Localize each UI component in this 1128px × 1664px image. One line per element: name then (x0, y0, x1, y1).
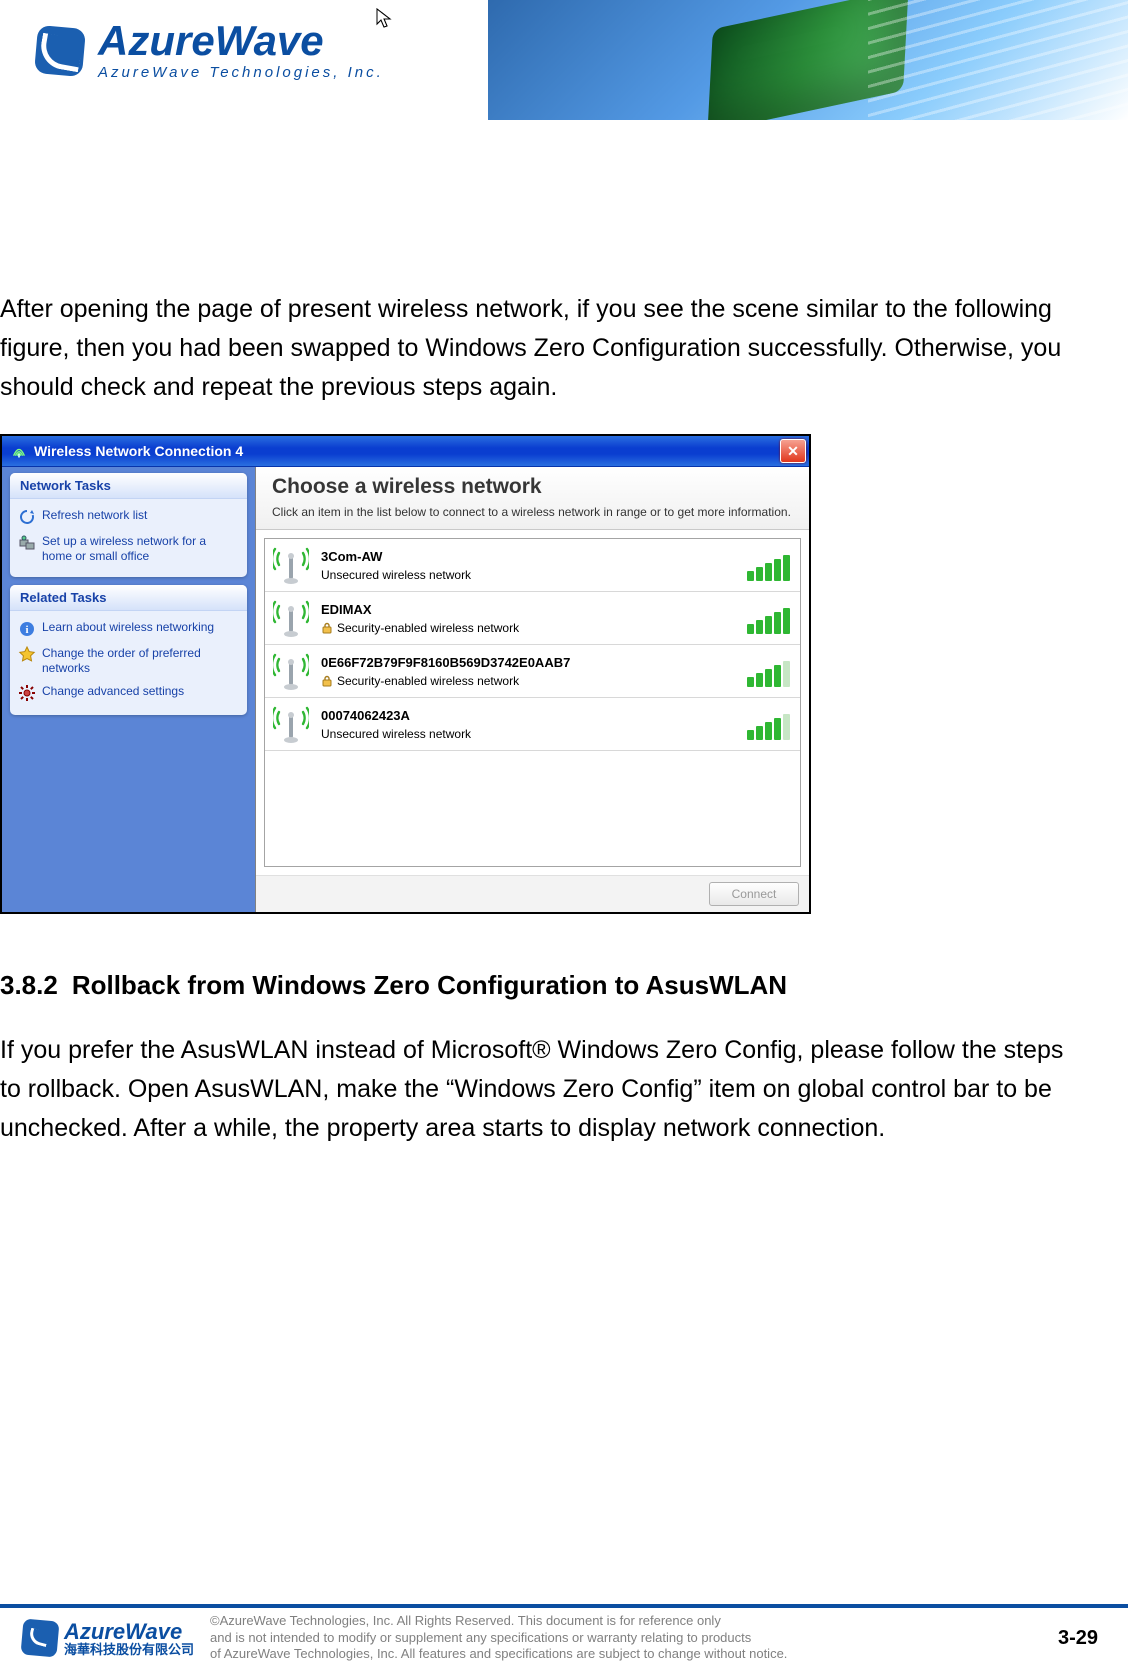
footer-logo: AzureWave 海華科技股份有限公司 (22, 1620, 194, 1657)
signal-strength-icon (730, 704, 790, 744)
network-row[interactable]: 3Com-AW Unsecured wireless network (265, 539, 800, 592)
network-desc: Security-enabled wireless network (321, 674, 720, 688)
panel-title: Related Tasks (10, 585, 247, 611)
panel-title: Network Tasks (10, 473, 247, 499)
logo-icon (30, 21, 90, 81)
intro-paragraph: After opening the page of present wirele… (0, 290, 1068, 406)
sidebar-item-label: Change the order of preferred networks (42, 646, 239, 676)
panel-related-tasks: Related Tasks i Learn about wireless netw… (10, 585, 247, 715)
header-banner: AzureWave AzureWave Technologies, Inc. (0, 0, 1128, 120)
sidebar-item-label: Learn about wireless networking (42, 620, 214, 635)
copyright-text: ©AzureWave Technologies, Inc. All Rights… (210, 1613, 1058, 1664)
brand-name: AzureWave (98, 20, 384, 62)
section-number: 3.8.2 (0, 970, 58, 1000)
sidebar-item-star[interactable]: Change the order of preferred networks (16, 643, 241, 681)
network-desc: Security-enabled wireless network (321, 621, 720, 635)
sidebar-item-info[interactable]: i Learn about wireless networking (16, 617, 241, 643)
sidebar-item-refresh[interactable]: Refresh network list (16, 505, 241, 531)
network-row[interactable]: 0E66F72B79F9F8160B569D3742E0AAB7 Security… (265, 645, 800, 698)
signal-strength-icon (730, 598, 790, 638)
footer-brand-cn: 海華科技股份有限公司 (64, 1643, 194, 1657)
logo-icon (20, 1618, 59, 1657)
close-icon: ✕ (787, 443, 799, 460)
sidebar-item-gear[interactable]: Change advanced settings (16, 681, 241, 707)
page-number: 3-29 (1058, 1627, 1098, 1650)
network-ssid: 3Com-AW (321, 549, 720, 564)
main-pane: Choose a wireless network Click an item … (255, 467, 809, 912)
connect-button[interactable]: Connect (709, 882, 799, 906)
brand-tagline: AzureWave Technologies, Inc. (98, 64, 384, 81)
choose-sub: Click an item in the list below to conne… (272, 505, 793, 519)
network-row[interactable]: EDIMAX Security-enabled wireless network (265, 592, 800, 645)
footer-brand: AzureWave (64, 1620, 194, 1643)
setup-icon (18, 534, 36, 552)
antenna-icon (271, 651, 311, 691)
sidebar-item-setup[interactable]: Set up a wireless network for a home or … (16, 531, 241, 569)
sidebar-item-label: Set up a wireless network for a home or … (42, 534, 239, 564)
lock-icon (321, 675, 333, 687)
window-title-bar[interactable]: Wireless Network Connection 4 ✕ (2, 436, 809, 467)
star-icon (18, 646, 36, 664)
section-paragraph: If you prefer the AsusWLAN instead of Mi… (0, 1031, 1068, 1147)
sidebar-item-label: Change advanced settings (42, 684, 184, 699)
signal-strength-icon (730, 545, 790, 585)
network-list[interactable]: 3Com-AW Unsecured wireless network EDIMAX S… (264, 538, 801, 867)
wireless-icon (10, 444, 28, 458)
info-icon: i (18, 620, 36, 638)
close-button[interactable]: ✕ (780, 439, 806, 463)
sidebar: Network Tasks Refresh network list Set up… (2, 467, 255, 912)
panel-network-tasks: Network Tasks Refresh network list Set up… (10, 473, 247, 577)
header-motif (488, 0, 1128, 120)
section-heading: 3.8.2 Rollback from Windows Zero Configur… (0, 970, 1098, 1001)
figure-xp-window: Wireless Network Connection 4 ✕ Network … (0, 434, 811, 914)
page-footer: AzureWave 海華科技股份有限公司 ©AzureWave Technolo… (0, 1604, 1128, 1664)
lock-icon (321, 622, 333, 634)
network-row[interactable]: 00074062423A Unsecured wireless network (265, 698, 800, 751)
refresh-icon (18, 508, 36, 526)
network-ssid: 0E66F72B79F9F8160B569D3742E0AAB7 (321, 655, 720, 670)
network-desc: Unsecured wireless network (321, 727, 720, 741)
signal-strength-icon (730, 651, 790, 691)
antenna-icon (271, 545, 311, 585)
choose-heading: Choose a wireless network (272, 475, 793, 499)
network-ssid: 00074062423A (321, 708, 720, 723)
cursor-icon (376, 8, 392, 30)
window-title: Wireless Network Connection 4 (34, 443, 243, 459)
network-ssid: EDIMAX (321, 602, 720, 617)
antenna-icon (271, 598, 311, 638)
header-logo: AzureWave AzureWave Technologies, Inc. (30, 20, 384, 81)
gear-icon (18, 684, 36, 702)
network-desc: Unsecured wireless network (321, 568, 720, 582)
section-title: Rollback from Windows Zero Configuration… (72, 970, 787, 1000)
svg-text:i: i (25, 624, 28, 636)
sidebar-item-label: Refresh network list (42, 508, 147, 523)
antenna-icon (271, 704, 311, 744)
